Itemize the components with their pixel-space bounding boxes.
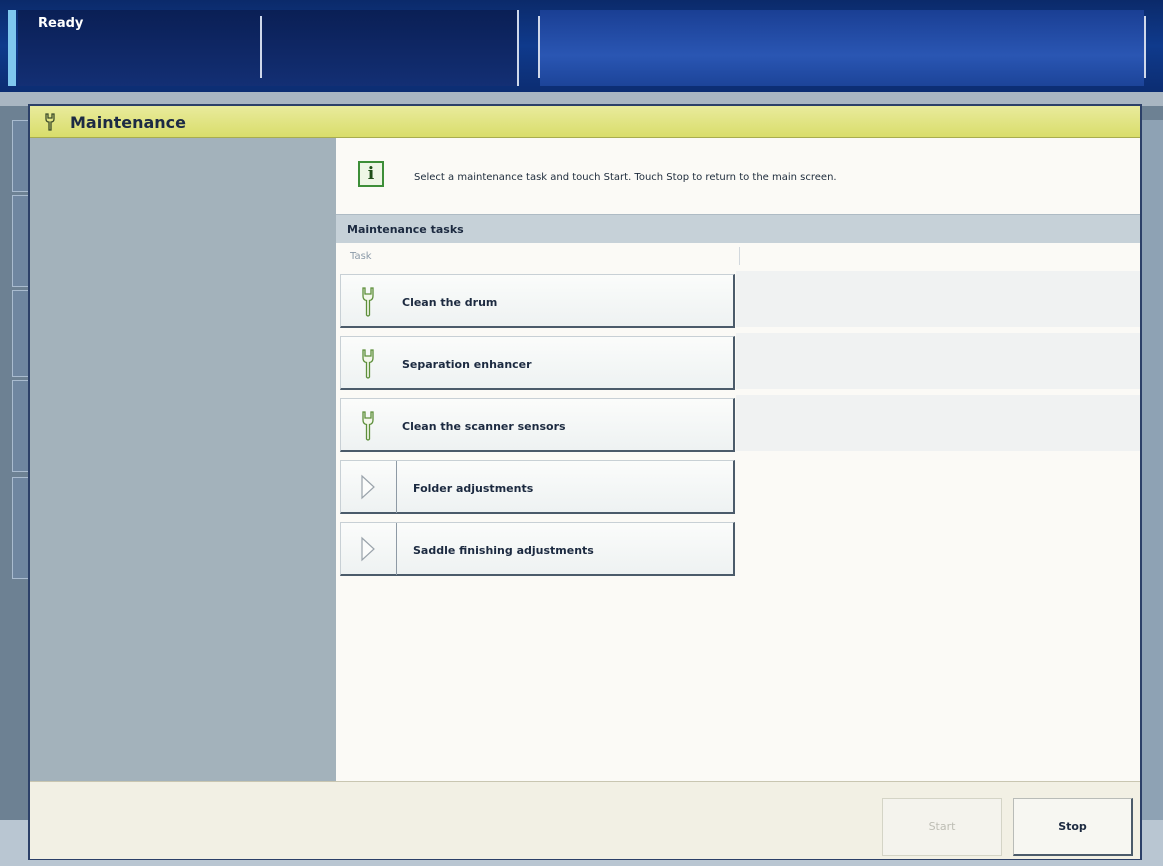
- task-label: Folder adjustments: [413, 482, 534, 495]
- play-arrow-icon: [361, 474, 375, 500]
- task-label: Saddle finishing adjustments: [413, 544, 594, 557]
- task-button-saddle-finishing-adjustments[interactable]: Saddle finishing adjustments: [340, 522, 735, 576]
- column-separator: [739, 247, 740, 265]
- task-button-folder-adjustments[interactable]: Folder adjustments: [340, 460, 735, 514]
- section-title: Maintenance tasks: [347, 223, 464, 236]
- dialog-title: Maintenance: [70, 113, 187, 132]
- status-bar: Ready: [0, 0, 1163, 92]
- status-divider: [538, 16, 540, 78]
- row-background: [736, 271, 1140, 327]
- info-icon: i: [358, 161, 384, 187]
- stop-button[interactable]: Stop: [1013, 798, 1133, 856]
- section-header: Maintenance tasks: [336, 214, 1140, 243]
- task-button-separation-enhancer[interactable]: Separation enhancer: [340, 336, 735, 390]
- status-panel-right: [540, 10, 1144, 86]
- info-message: Select a maintenance task and touch Star…: [414, 172, 837, 183]
- status-divider: [1144, 16, 1146, 78]
- wrench-icon: [362, 411, 374, 441]
- start-button[interactable]: Start: [882, 798, 1002, 856]
- maintenance-dialog: Maintenance i Select a maintenance task …: [28, 104, 1142, 860]
- column-header: Task: [336, 243, 1140, 268]
- dialog-footer: Start Stop: [30, 781, 1140, 859]
- task-label: Clean the drum: [402, 296, 498, 309]
- task-label: Separation enhancer: [402, 358, 532, 371]
- row-background: [736, 395, 1140, 451]
- status-text: Ready: [38, 16, 84, 31]
- status-panel: Ready: [18, 10, 518, 86]
- background-column: [1141, 120, 1163, 820]
- wrench-icon: [362, 287, 374, 317]
- arrow-cell: [341, 461, 397, 513]
- wrench-icon: [362, 349, 374, 379]
- status-divider: [517, 10, 519, 86]
- row-background: [736, 333, 1140, 389]
- arrow-cell: [341, 523, 397, 575]
- task-button-clean-scanner-sensors[interactable]: Clean the scanner sensors: [340, 398, 735, 452]
- wrench-icon: [45, 113, 55, 131]
- task-label: Clean the scanner sensors: [402, 420, 566, 433]
- sidebar-panel: [30, 138, 336, 781]
- column-header-task: Task: [350, 251, 372, 262]
- info-area: i Select a maintenance task and touch St…: [336, 138, 1140, 214]
- task-button-clean-drum[interactable]: Clean the drum: [340, 274, 735, 328]
- dialog-header: Maintenance: [30, 106, 1140, 138]
- play-arrow-icon: [361, 536, 375, 562]
- status-divider: [260, 16, 262, 78]
- status-accent: [8, 10, 16, 86]
